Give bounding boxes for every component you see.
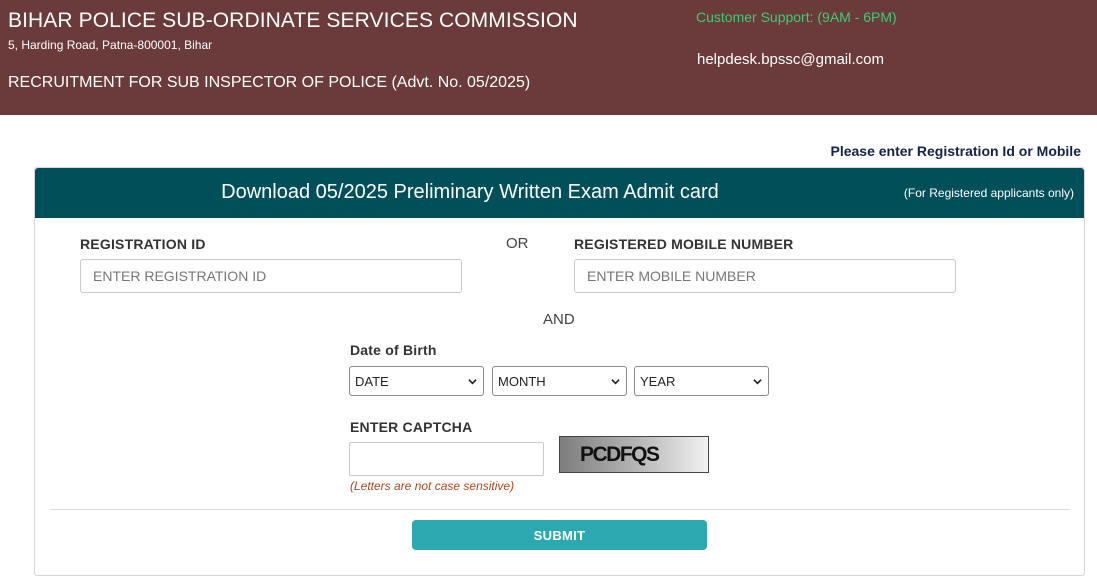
- org-address: 5, Harding Road, Patna-800001, Bihar: [8, 38, 213, 52]
- card-note: (For Registered applicants only): [903, 186, 1074, 200]
- card-header: Download 05/2025 Preliminary Written Exa…: [35, 168, 1084, 218]
- dob-month-value: MONTH: [498, 374, 546, 389]
- dob-year-value: YEAR: [640, 374, 676, 389]
- card-title: Download 05/2025 Preliminary Written Exa…: [221, 181, 719, 203]
- captcha-image-text: PCDFQS: [580, 443, 660, 466]
- mobile-number-input[interactable]: [574, 259, 956, 293]
- helpdesk-email: helpdesk.bpssc@gmail.com: [697, 51, 884, 68]
- chevron-down-icon: [611, 379, 620, 385]
- registration-id-input[interactable]: [80, 259, 462, 293]
- captcha-input[interactable]: [349, 442, 544, 476]
- chevron-down-icon: [468, 379, 477, 385]
- dob-year-select[interactable]: YEAR: [634, 366, 769, 396]
- admit-card-form: Download 05/2025 Preliminary Written Exa…: [34, 167, 1085, 576]
- site-header: BIHAR POLICE SUB-ORDINATE SERVICES COMMI…: [0, 0, 1097, 115]
- customer-support-text: Customer Support: (9AM - 6PM): [696, 9, 897, 25]
- instruction-text: Please enter Registration Id or Mobile: [830, 143, 1081, 159]
- org-title: BIHAR POLICE SUB-ORDINATE SERVICES COMMI…: [8, 9, 578, 32]
- dob-date-select[interactable]: DATE: [349, 366, 484, 396]
- captcha-hint: (Letters are not case sensitive): [350, 479, 515, 493]
- captcha-label: ENTER CAPTCHA: [350, 419, 473, 435]
- mobile-number-label: REGISTERED MOBILE NUMBER: [574, 236, 794, 252]
- submit-button[interactable]: SUBMIT: [412, 520, 707, 550]
- form-divider: [50, 509, 1070, 510]
- or-separator: OR: [506, 235, 529, 252]
- dob-month-select[interactable]: MONTH: [492, 366, 627, 396]
- registration-id-label: REGISTRATION ID: [80, 236, 206, 252]
- captcha-image: PCDFQS: [559, 436, 709, 473]
- chevron-down-icon: [753, 379, 762, 385]
- and-separator: AND: [543, 311, 575, 328]
- dob-date-value: DATE: [355, 374, 389, 389]
- dob-label: Date of Birth: [350, 342, 437, 358]
- recruitment-title: RECRUITMENT FOR SUB INSPECTOR OF POLICE …: [8, 74, 531, 91]
